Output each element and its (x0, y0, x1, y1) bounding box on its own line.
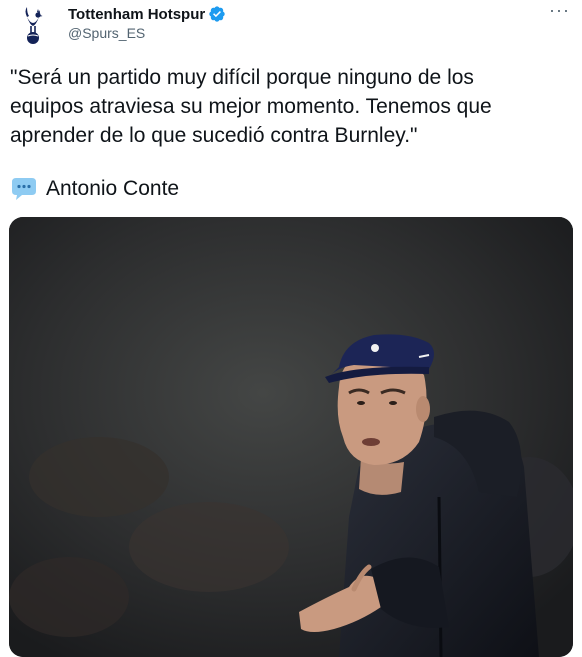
attribution-name: Antonio Conte (46, 177, 180, 200)
tweet-header: Tottenham Hotspur @Spurs_ES ··· (0, 0, 582, 50)
verified-badge-icon (208, 5, 226, 23)
more-options-icon[interactable]: ··· (549, 0, 570, 21)
speech-bubble-icon (10, 176, 38, 202)
photo-antonio-conte (9, 217, 573, 657)
quote-attribution: Antonio Conte (10, 176, 179, 202)
tweet-photo[interactable] (9, 217, 573, 657)
tottenham-cockerel-logo-icon[interactable] (14, 5, 52, 45)
tweet-text: "Será un partido muy difícil porque ning… (10, 66, 492, 147)
author-handle[interactable]: @Spurs_ES (68, 25, 145, 41)
author-display-name[interactable]: Tottenham Hotspur (68, 6, 205, 23)
